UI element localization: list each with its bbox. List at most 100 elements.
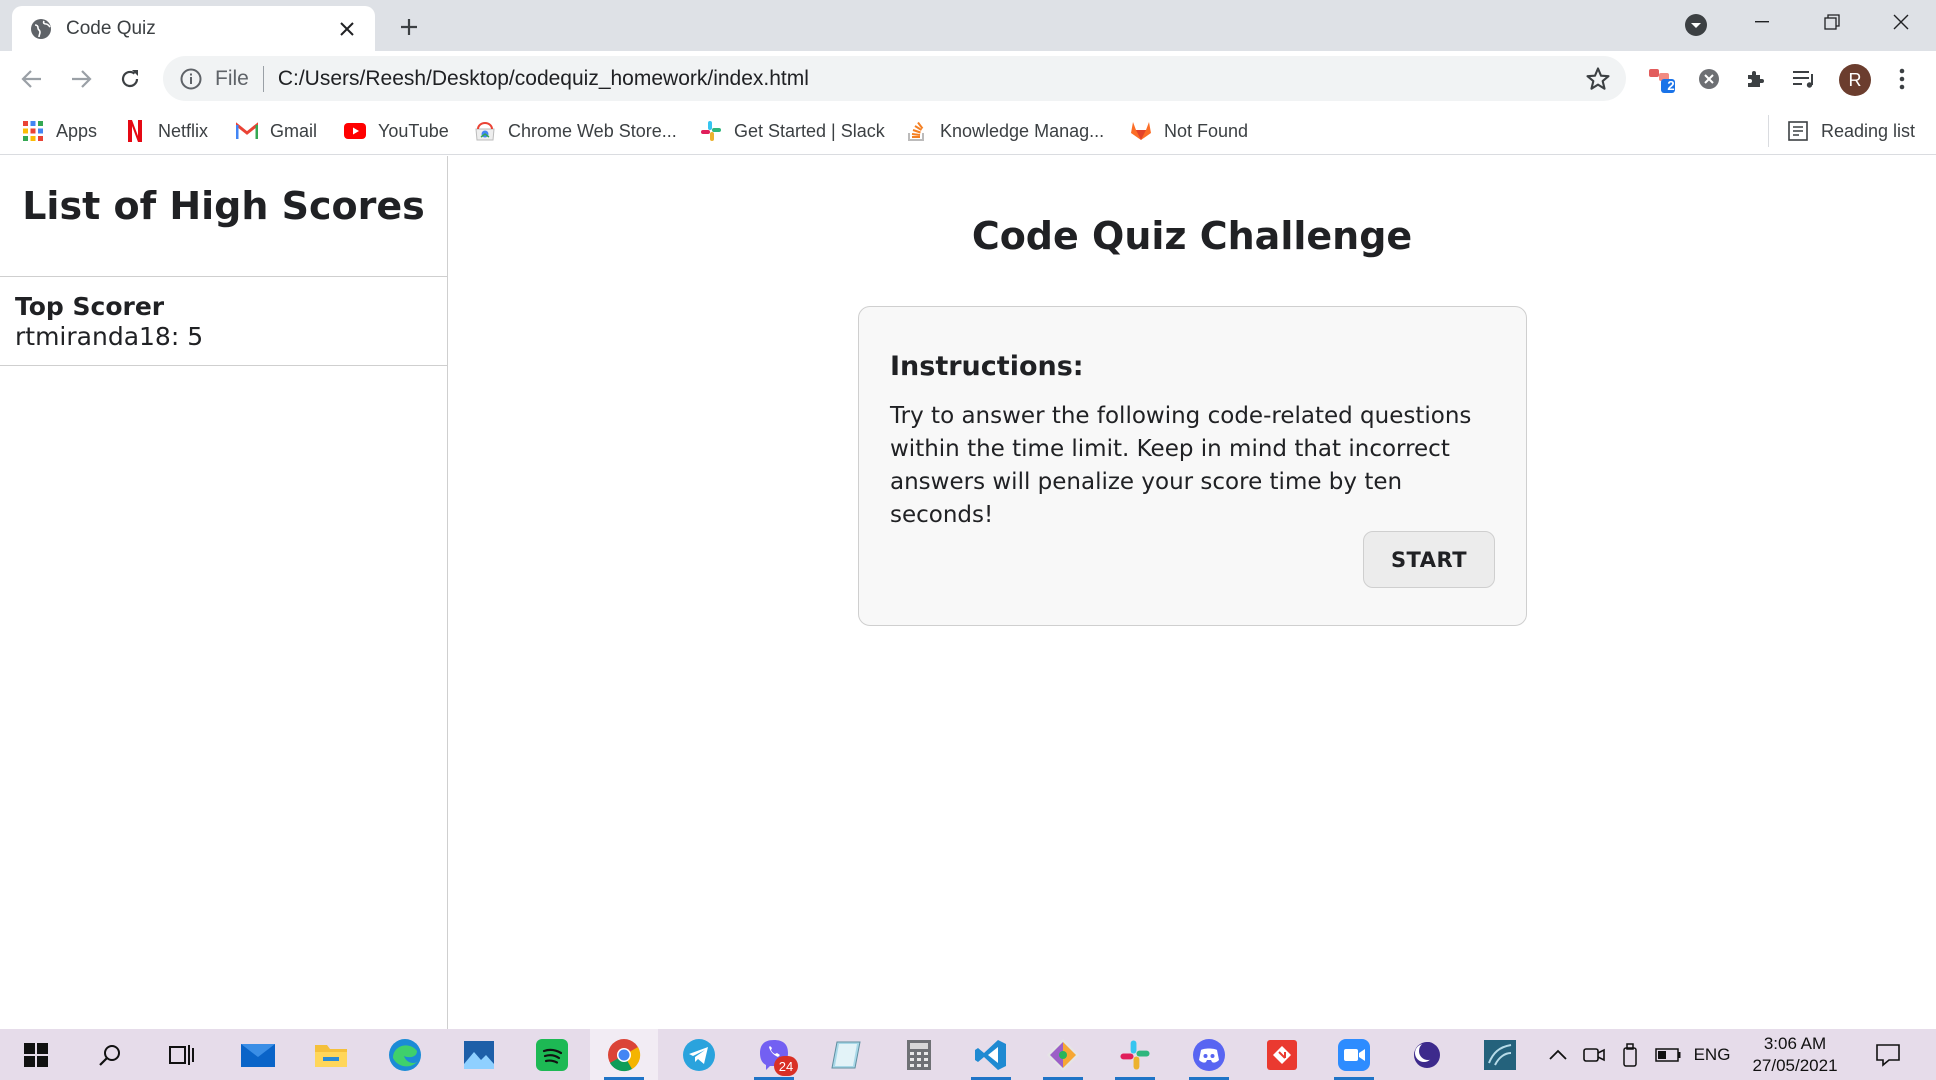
bookmark-apps[interactable]: Apps: [22, 115, 97, 147]
taskbar-chrome[interactable]: [590, 1029, 658, 1080]
taskbar-photos[interactable]: [445, 1029, 513, 1080]
bookmark-label: Knowledge Manag...: [940, 120, 1105, 141]
bookmark-youtube[interactable]: YouTube: [344, 115, 449, 147]
taskbar-notes[interactable]: [812, 1029, 880, 1080]
bookmark-label: Apps: [56, 120, 98, 141]
task-view-button[interactable]: [148, 1029, 216, 1080]
profile-avatar[interactable]: R: [1839, 64, 1871, 96]
close-tab-icon[interactable]: [333, 15, 361, 43]
extension-badge: 2: [1667, 78, 1675, 93]
media-control-icon[interactable]: [1788, 63, 1820, 95]
info-icon[interactable]: [179, 67, 203, 91]
bookmark-not-found[interactable]: Not Found: [1130, 115, 1248, 147]
taskbar-file-explorer[interactable]: [297, 1029, 365, 1080]
search-icon: [98, 1043, 122, 1067]
discord-icon: [1192, 1038, 1226, 1072]
sidebar-title: List of High Scores: [22, 184, 425, 228]
close-window-button[interactable]: [1866, 0, 1936, 44]
youtube-icon: [344, 120, 366, 142]
extension-icon[interactable]: 2: [1647, 63, 1679, 95]
url-text[interactable]: C:/Users/Reesh/Desktop/codequiz_homework…: [278, 67, 1584, 91]
taskbar-zoom[interactable]: [1320, 1029, 1388, 1080]
start-menu-button[interactable]: [2, 1029, 70, 1080]
edge-icon: [388, 1038, 422, 1072]
forward-button[interactable]: [64, 62, 98, 96]
new-tab-button[interactable]: [392, 10, 426, 44]
sidebar-divider: [0, 365, 448, 366]
taskbar-vscode[interactable]: [957, 1029, 1025, 1080]
reading-list-button[interactable]: Reading list: [1768, 115, 1915, 147]
apps-grid-icon: [22, 120, 44, 142]
battery-button[interactable]: [1651, 1029, 1685, 1080]
bookmark-label: Netflix: [158, 120, 209, 141]
calculator-icon: [906, 1039, 932, 1071]
bookmark-label: Not Found: [1164, 120, 1249, 141]
back-button[interactable]: [15, 62, 49, 96]
gmail-icon: [236, 120, 258, 142]
task-view-icon: [169, 1044, 195, 1066]
mail-icon: [240, 1041, 276, 1069]
tab-code-quiz[interactable]: Code Quiz: [12, 6, 375, 51]
address-bar[interactable]: File C:/Users/Reesh/Desktop/codequiz_hom…: [163, 56, 1626, 101]
top-scorer-value: rtmiranda18: 5: [15, 322, 204, 351]
taskbar-edge[interactable]: [371, 1029, 439, 1080]
taskbar-clock[interactable]: 3:06 AM 27/05/2021: [1735, 1033, 1855, 1077]
taskbar-slack[interactable]: [1101, 1029, 1169, 1080]
taskbar-telegram[interactable]: [665, 1029, 733, 1080]
instructions-text: Try to answer the following code-related…: [890, 403, 1472, 528]
chrome-icon: [607, 1038, 641, 1072]
taskbar-discord[interactable]: [1175, 1029, 1243, 1080]
show-hidden-icons-button[interactable]: [1543, 1029, 1573, 1080]
taskbar-viber[interactable]: 24: [740, 1029, 808, 1080]
bookmark-star-icon[interactable]: [1584, 65, 1612, 93]
clock-time: 3:06 AM: [1763, 1034, 1827, 1053]
instructions-heading: Instructions:: [890, 351, 1084, 382]
start-button[interactable]: START: [1363, 531, 1495, 588]
menu-kebab-icon[interactable]: [1886, 63, 1918, 95]
bookmark-chrome-web-store[interactable]: Chrome Web Store...: [474, 115, 677, 147]
folder-icon: [314, 1041, 348, 1069]
page-content: List of High Scores Top Scorer rtmiranda…: [0, 156, 1936, 1029]
tab-strip: Code Quiz: [0, 0, 1936, 51]
taskbar-sourcetree[interactable]: [1029, 1029, 1097, 1080]
bookmark-label: Chrome Web Store...: [508, 120, 677, 141]
instructions-card: Instructions: Try to answer the followin…: [858, 306, 1527, 626]
taskbar-night-app[interactable]: [1393, 1029, 1461, 1080]
globe-icon: [30, 18, 52, 40]
reading-list-label: Reading list: [1821, 120, 1916, 141]
taskbar-calculator[interactable]: [885, 1029, 953, 1080]
windows-icon: [24, 1042, 48, 1067]
taskbar-git[interactable]: [1248, 1029, 1316, 1080]
moon-icon: [1412, 1040, 1442, 1070]
taskbar-mysql-workbench[interactable]: [1466, 1029, 1534, 1080]
bookmark-gmail[interactable]: Gmail: [236, 115, 317, 147]
spotify-icon: [535, 1038, 569, 1072]
restore-button[interactable]: [1797, 0, 1867, 44]
search-button[interactable]: [76, 1029, 144, 1080]
language-indicator[interactable]: ENG: [1690, 1029, 1734, 1080]
browser-toolbar: File C:/Users/Reesh/Desktop/codequiz_hom…: [0, 51, 1936, 107]
minimize-button[interactable]: [1727, 0, 1797, 44]
url-scheme-label: File: [215, 66, 249, 90]
high-scores-sidebar: List of High Scores Top Scorer rtmiranda…: [0, 156, 448, 1029]
reload-button[interactable]: [113, 62, 147, 96]
git-kraken-icon: [1046, 1038, 1080, 1072]
tab-search-icon[interactable]: [1683, 12, 1709, 38]
bookmark-netflix[interactable]: Netflix: [124, 115, 208, 147]
action-center-button[interactable]: [1868, 1029, 1908, 1080]
extensions-puzzle-icon[interactable]: [1740, 63, 1772, 95]
chrome-web-store-icon: [474, 120, 496, 142]
adblock-extension-icon[interactable]: [1693, 63, 1725, 95]
meet-now-button[interactable]: [1579, 1029, 1609, 1080]
usb-device-icon: [1622, 1042, 1638, 1067]
tab-title: Code Quiz: [66, 17, 156, 39]
sidebar-divider: [0, 276, 448, 277]
taskbar-mail[interactable]: [224, 1029, 292, 1080]
bookmark-slack[interactable]: Get Started | Slack: [700, 115, 885, 147]
zoom-icon: [1337, 1038, 1371, 1072]
usb-tray-button[interactable]: [1615, 1029, 1645, 1080]
top-scorer-label: Top Scorer: [15, 292, 165, 321]
git-icon: [1266, 1039, 1298, 1071]
taskbar-spotify[interactable]: [518, 1029, 586, 1080]
bookmark-knowledge[interactable]: Knowledge Manag...: [906, 115, 1104, 147]
